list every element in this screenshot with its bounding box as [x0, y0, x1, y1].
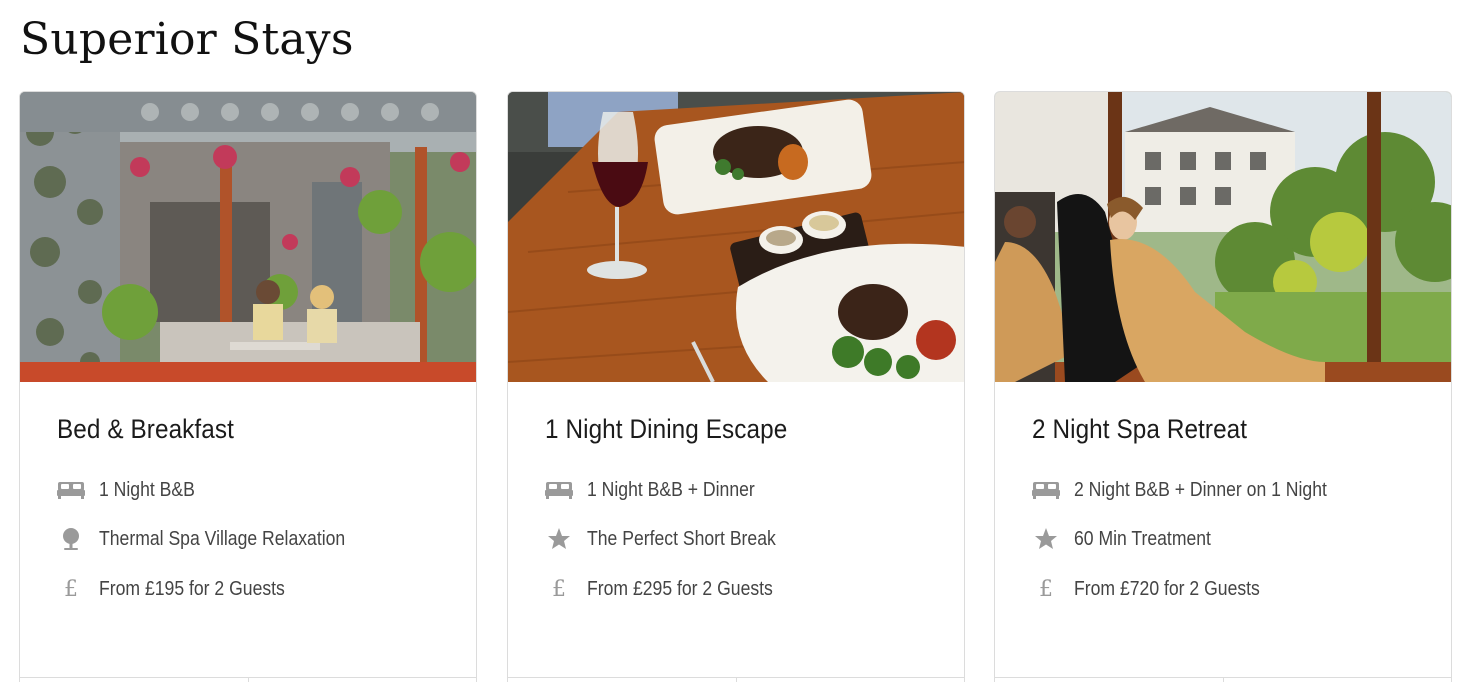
card-title[interactable]: Bed & Breakfast [57, 414, 416, 445]
page-title: Superior Stays [20, 14, 354, 65]
card-footer [508, 677, 964, 682]
location-pin-icon [57, 527, 85, 551]
feature-price: £ From £720 for 2 Guests [1032, 574, 1285, 604]
card-title[interactable]: 1 Night Dining Escape [545, 414, 904, 445]
footer-divider [736, 678, 737, 682]
card-image-spa-loungers[interactable] [995, 92, 1451, 382]
card-image-steak-dinner[interactable] [508, 92, 964, 382]
pound-icon: £ [1039, 576, 1053, 602]
pound-icon: £ [64, 576, 78, 602]
feature-text: 2 Night B&B + Dinner on 1 Night [1074, 478, 1327, 501]
offer-card-spa-retreat[interactable]: 2 Night Spa Retreat 2 Night B&B + Dinner… [994, 91, 1452, 682]
offer-card-dining-escape[interactable]: 1 Night Dining Escape 1 Night B&B + Dinn… [507, 91, 965, 682]
offer-card-bed-breakfast[interactable]: Bed & Breakfast 1 Night B&B Thermal Spa … [19, 91, 477, 682]
star-icon [545, 527, 573, 551]
feature-highlight: Thermal Spa Village Relaxation [57, 524, 379, 554]
feature-text: From £295 for 2 Guests [587, 577, 773, 600]
feature-price: £ From £195 for 2 Guests [57, 574, 310, 604]
feature-highlight: 60 Min Treatment [1032, 524, 1230, 554]
feature-text: 1 Night B&B + Dinner [587, 478, 755, 501]
card-footer [20, 677, 476, 682]
bed-icon [545, 478, 573, 502]
feature-room: 2 Night B&B + Dinner on 1 Night [1032, 475, 1361, 505]
footer-divider [248, 678, 249, 682]
feature-price: £ From £295 for 2 Guests [545, 574, 798, 604]
card-image-garden-terrace[interactable] [20, 92, 476, 382]
bed-icon [1032, 478, 1060, 502]
bed-icon [57, 478, 85, 502]
feature-room: 1 Night B&B [57, 475, 208, 505]
card-title[interactable]: 2 Night Spa Retreat [1032, 414, 1391, 445]
feature-text: 1 Night B&B [99, 478, 195, 501]
star-icon [1032, 527, 1060, 551]
feature-text: From £195 for 2 Guests [99, 577, 285, 600]
feature-text: 60 Min Treatment [1074, 527, 1211, 550]
pound-icon: £ [552, 576, 566, 602]
card-footer [995, 677, 1451, 682]
feature-room: 1 Night B&B + Dinner [545, 475, 778, 505]
feature-text: The Perfect Short Break [587, 527, 776, 550]
feature-highlight: The Perfect Short Break [545, 524, 802, 554]
feature-text: From £720 for 2 Guests [1074, 577, 1260, 600]
feature-text: Thermal Spa Village Relaxation [99, 527, 346, 550]
footer-divider [1223, 678, 1224, 682]
